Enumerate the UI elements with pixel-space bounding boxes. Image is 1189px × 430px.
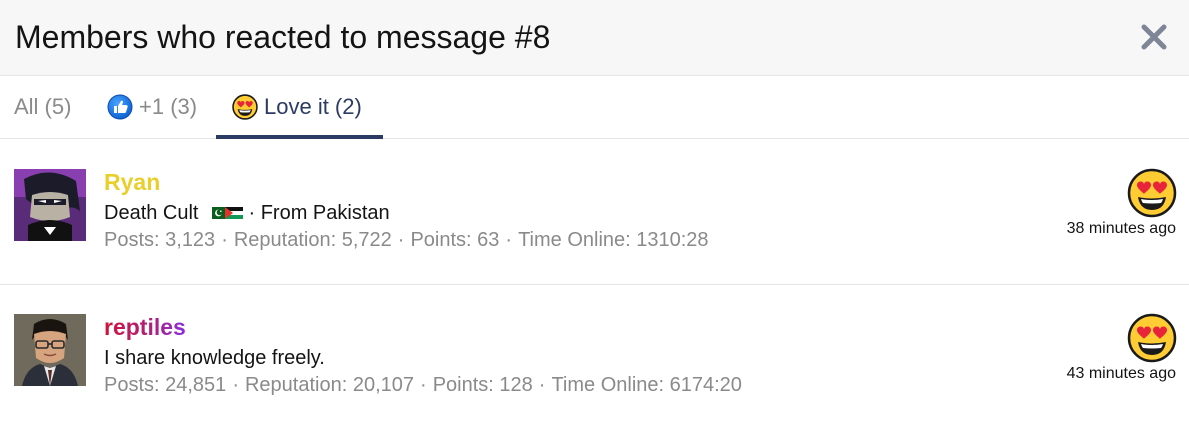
member-points: Points: 128	[432, 374, 533, 396]
member-name[interactable]: reptiles	[104, 313, 186, 341]
heart-eyes-emoji-icon	[1127, 313, 1177, 363]
separator: ·	[505, 229, 513, 251]
reaction-time[interactable]: 43 minutes ago	[1067, 365, 1176, 383]
member-title: I share knowledge freely.	[104, 346, 325, 370]
member-title: Death Cult · From Pakistan	[104, 201, 390, 225]
separator: ·	[397, 229, 405, 251]
palestine-flag-icon	[224, 207, 243, 219]
member-reputation: Reputation: 20,107	[244, 374, 415, 396]
tab-love-it-label: Love it (2)	[264, 94, 362, 119]
member-time-online: Time Online: 6174:20	[551, 374, 742, 396]
heart-eyes-emoji-icon	[232, 94, 258, 120]
tab-all[interactable]: All (5)	[14, 76, 71, 138]
flags	[206, 207, 243, 219]
member-time-online: Time Online: 1310:28	[518, 229, 709, 251]
member-location: · From Pakistan	[248, 202, 390, 224]
separator: ·	[538, 374, 546, 396]
member-title-text: Death Cult	[104, 202, 199, 224]
member-posts: Posts: 3,123	[104, 229, 216, 251]
member-stats: Posts: 24,851 · Reputation: 20,107 · Points:…	[104, 373, 742, 397]
reaction-tabs: All (5) +1 (3) Love it (2)	[0, 76, 1189, 139]
avatar[interactable]	[14, 169, 86, 241]
tab-all-label: All (5)	[14, 94, 72, 119]
member-row: reptiles I share knowledge freely. Posts…	[0, 285, 1189, 430]
member-posts: Posts: 24,851	[104, 374, 227, 396]
separator: ·	[232, 374, 239, 396]
heart-eyes-emoji-icon	[1127, 168, 1177, 218]
member-title-text: I share knowledge freely.	[104, 347, 325, 369]
dialog-title: Members who reacted to message #8	[15, 19, 551, 55]
pakistan-flag-icon	[206, 207, 225, 219]
dialog-header: Members who reacted to message #8	[0, 0, 1189, 76]
member-points: Points: 63	[410, 229, 500, 251]
member-reputation: Reputation: 5,722	[233, 229, 392, 251]
tab-plus-one-label: +1 (3)	[139, 94, 198, 119]
member-stats: Posts: 3,123 · Reputation: 5,722 · Points: 6…	[104, 228, 709, 252]
separator: ·	[221, 229, 228, 251]
reaction-time[interactable]: 38 minutes ago	[1067, 220, 1176, 238]
member-name[interactable]: Ryan	[104, 168, 160, 196]
avatar[interactable]	[14, 314, 86, 386]
tab-plus-one[interactable]: +1 (3)	[107, 76, 197, 138]
close-icon[interactable]	[1139, 22, 1169, 52]
tab-love-it[interactable]: Love it (2)	[216, 76, 383, 139]
member-row: Ryan Death Cult · From Pakistan Posts: 3…	[0, 140, 1189, 285]
thumbs-up-icon	[107, 94, 133, 120]
separator: ·	[420, 374, 427, 396]
